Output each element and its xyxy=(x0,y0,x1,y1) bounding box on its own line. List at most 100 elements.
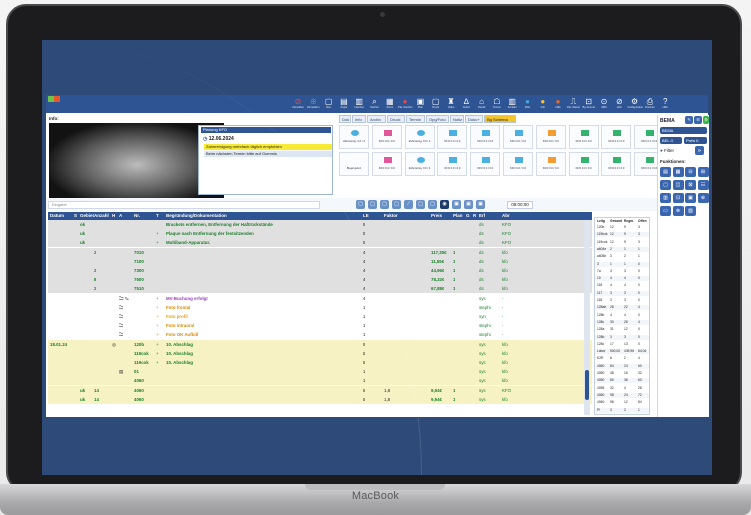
tab-info[interactable]: Info xyxy=(352,115,366,123)
table-row[interactable]: 🗀 + Foto intraoral 1 stephi - xyxy=(48,321,592,331)
function-button[interactable]: ⊟ xyxy=(685,167,696,177)
tooth-card[interactable]: KFO 0.0 / 0.0 xyxy=(503,125,533,149)
toolbar-button[interactable]: ⊕ Abmeldern xyxy=(306,97,320,112)
function-button[interactable]: ⊞ xyxy=(697,167,709,177)
function-button[interactable]: ⊠ xyxy=(685,180,696,190)
search-toolbar-button[interactable]: ▣ xyxy=(464,200,473,209)
table-row[interactable]: 🗀 ✎ + MV-Buchung erfolgt 4 sys - xyxy=(48,293,592,303)
summary-row[interactable]: 128c 17 13 0 xyxy=(595,342,649,347)
tab-druck[interactable]: Druck xyxy=(387,115,405,123)
table-row[interactable]: uk 14 4060 5 1,8 9,94€ 1 sys kfo xyxy=(48,394,592,404)
tab-termin[interactable]: Termin xyxy=(406,115,425,123)
column-header[interactable]: A xyxy=(119,212,122,220)
column-header[interactable]: T xyxy=(156,212,159,220)
toolbar-button[interactable]: ⚙ Konfiguration xyxy=(628,97,643,112)
toolbar-button[interactable]: ☖ Termin xyxy=(490,97,504,112)
tooth-card[interactable]: KFO 0.0 / 0.0 xyxy=(601,152,632,176)
summary-row[interactable]: 117 3 3 0 xyxy=(595,290,649,296)
table-row[interactable]: ok Brackets entfernen, Entfernung der Haf… xyxy=(48,220,592,229)
bel-select[interactable]: BEL II xyxy=(660,137,682,144)
tooth-card[interactable]: KFO 0.0 / 0.0 xyxy=(568,152,599,176)
summary-row[interactable]: 128c 30 28 4 xyxy=(595,319,649,325)
table-row[interactable]: 🗀 + Foto profil 1 syn - xyxy=(48,312,592,321)
function-button[interactable]: ▥ xyxy=(660,193,671,203)
column-header[interactable]: Anzahl xyxy=(94,212,109,220)
table-row[interactable]: 2 7300 4 44,96€ 1 ds kfo xyxy=(48,266,592,275)
summary-row[interactable]: 4050 80 36 60 xyxy=(595,378,649,384)
price-select[interactable]: Preis II xyxy=(684,137,707,144)
tooth-card[interactable]: Zahnreinig. 0.0 / 4 xyxy=(404,125,435,149)
summary-row[interactable]: 7a 3 3 0 xyxy=(595,269,649,274)
bema-select[interactable]: BEMA xyxy=(660,127,707,134)
tooth-card[interactable]: KFO 0.0 / 0.0 xyxy=(470,152,501,176)
summary-row[interactable]: 4055 32 4 28 xyxy=(595,386,649,391)
search-toolbar-button[interactable]: ▣ xyxy=(476,200,485,209)
toolbar-button[interactable]: ▥ Kontakt xyxy=(505,97,519,112)
function-button[interactable]: ⊗ xyxy=(672,206,684,216)
tooth-card[interactable]: KFO 0.0 / 0.0 xyxy=(371,125,402,149)
function-button[interactable]: ▧ xyxy=(685,206,696,216)
column-header[interactable]: Begründung/Dokumentation xyxy=(166,212,227,220)
summary-row[interactable]: 128a 31 12 0 xyxy=(595,327,649,332)
toolbar-button[interactable]: ▤ Kopie xyxy=(337,97,351,112)
search-toolbar-button[interactable]: ▢ xyxy=(356,200,365,209)
function-button[interactable]: ☷ xyxy=(697,180,709,190)
function-button[interactable]: ▣ xyxy=(685,193,696,203)
summary-row[interactable]: 118 4 4 0 xyxy=(595,283,649,288)
tooth-card[interactable]: KFO 0.0 / 0.0 xyxy=(470,125,501,149)
table-scrollbar[interactable] xyxy=(584,220,590,415)
search-input[interactable]: Eingabe xyxy=(48,201,320,209)
function-button[interactable]: ▦ xyxy=(672,167,684,177)
toolbar-button[interactable]: ⎙ Drucken xyxy=(643,97,657,112)
summary-row[interactable]: Labor 500,00 435,96 64,04 xyxy=(595,349,649,355)
function-button[interactable]: ▤ xyxy=(660,167,671,177)
column-header[interactable]: LE xyxy=(363,212,369,220)
function-button[interactable]: ⊕ xyxy=(697,193,709,203)
refresh-icon[interactable]: ⟳ xyxy=(695,146,704,155)
function-button[interactable]: ▭ xyxy=(660,206,671,216)
summary-row[interactable]: 4060 98 24 72 xyxy=(595,392,649,398)
column-header[interactable]: G xyxy=(466,212,470,220)
toolbar-button[interactable]: ▢ Druck xyxy=(429,97,443,112)
summary-row[interactable]: 4050 48 16 32 xyxy=(595,371,649,376)
mini-tab-orange[interactable] xyxy=(54,96,60,102)
table-row[interactable]: 7100 4 11,55€ 1 ds kfo xyxy=(48,256,592,266)
filter-control[interactable]: ● Filter xyxy=(660,148,674,153)
table-row[interactable]: 18.01.24 ◎ 120b +10. Abschlag 5 sys kfo xyxy=(48,339,592,349)
toolbar-button[interactable]: ⎍ Pat.-Status xyxy=(566,97,580,112)
toolbar-button[interactable]: ⊘ Abmelden xyxy=(291,97,305,112)
summary-row[interactable]: K2R 6 2 4 xyxy=(595,356,649,361)
tooth-card[interactable]: Zahnreinig. 0.0 / 4 xyxy=(339,125,369,149)
summary-row[interactable]: a604e 2 1 1 xyxy=(595,246,649,252)
toolbar-button[interactable]: ⊡ Bg Journal xyxy=(582,97,596,112)
search-toolbar-button[interactable]: ◉ xyxy=(440,200,449,209)
search-toolbar-button[interactable]: ▢ xyxy=(380,200,389,209)
summary-row[interactable]: 10 4 4 0 xyxy=(595,276,649,282)
column-header[interactable]: Datum xyxy=(50,212,64,220)
column-header[interactable]: Gebiet xyxy=(80,212,94,220)
column-header[interactable]: Preis xyxy=(431,212,442,220)
summary-row[interactable]: 3 1 1 0 xyxy=(595,261,649,267)
tab-doku-[interactable]: Doku+ xyxy=(465,115,483,123)
list-icon[interactable]: ☰ xyxy=(694,116,702,124)
column-header[interactable]: S xyxy=(74,212,77,220)
search-toolbar-button[interactable]: ▢ xyxy=(392,200,401,209)
tooth-card[interactable]: KFO 0.0 / 0.0 xyxy=(535,152,566,176)
table-row[interactable]: 119cok +10. Abschlag 5 sys kfo xyxy=(48,358,592,367)
toolbar-button[interactable]: ▣ Plan xyxy=(413,97,427,112)
toolbar-button[interactable]: ⌕ Suchen xyxy=(368,97,382,112)
column-header[interactable]: H xyxy=(112,212,115,220)
table-row[interactable]: uk 14 4060 5 1,8 9,94€ 1 sys KFO xyxy=(48,385,592,395)
table-row[interactable]: uk + Multiband-Apparatur. 5 ds KFO xyxy=(48,238,592,248)
tooth-card[interactable]: KFO 0.0 / 0.0 xyxy=(371,152,402,176)
tooth-card[interactable]: KFO 0.0 / 0.0 xyxy=(437,152,468,176)
toolbar-button[interactable]: ● Info xyxy=(536,97,550,112)
table-row[interactable]: 119cok +10. Abschlag 5 sys kfo xyxy=(48,348,592,358)
search-toolbar-button[interactable]: ▢ xyxy=(428,200,437,209)
toolbar-button[interactable]: ● Hilfe xyxy=(551,97,565,112)
summary-row[interactable]: a605b 3 2 1 xyxy=(595,254,649,259)
toolbar-button[interactable]: ? Hilfe xyxy=(658,97,672,112)
summary-row[interactable]: 119cok 12 9 3 xyxy=(595,240,649,245)
function-button[interactable]: ⊡ xyxy=(672,193,684,203)
toolbar-button[interactable]: ♜ Video xyxy=(444,97,458,112)
